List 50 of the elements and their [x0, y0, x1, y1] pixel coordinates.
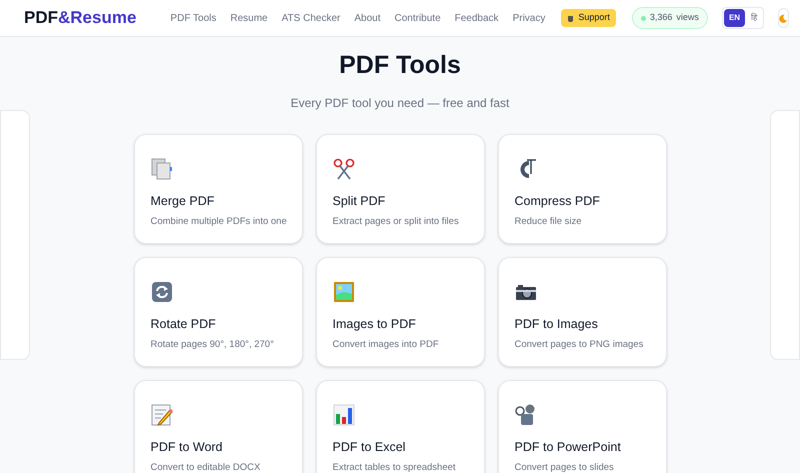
tool-title: Images to PDF: [332, 316, 417, 332]
tool-card[interactable]: Merge PDF Combine multiple PDFs into one: [134, 134, 302, 244]
tool-description: Convert pages to slides: [514, 461, 614, 473]
framed-picture-icon: [332, 281, 354, 303]
tool-title: PDF to Word: [150, 439, 224, 455]
moon-icon: [779, 14, 788, 22]
tool-description: Extract pages or split into files: [332, 215, 459, 228]
language-option[interactable]: EN: [724, 9, 746, 27]
nav-link[interactable]: About: [354, 10, 380, 26]
page-title: PDF Tools: [339, 50, 461, 81]
tool-description: Rotate pages 90°, 180°, 270°: [150, 338, 274, 351]
nav-link[interactable]: Feedback: [454, 10, 499, 26]
tool-description: Extract tables to spreadsheet: [332, 461, 456, 473]
tool-title: Split PDF: [332, 193, 386, 209]
tool-title: Rotate PDF: [150, 316, 217, 332]
tool-title: Compress PDF: [514, 193, 601, 209]
logo[interactable]: PDF&Resume: [24, 5, 136, 31]
tool-description: Reduce file size: [514, 215, 582, 228]
tool-title: PDF to Images: [514, 316, 599, 332]
bar-chart-icon: [332, 404, 354, 426]
views-count: 3,366: [650, 11, 672, 24]
rotate-icon: [150, 281, 172, 303]
tool-title: PDF to Excel: [332, 439, 406, 455]
tool-card[interactable]: Split PDF Extract pages or split into files: [316, 134, 484, 244]
tool-card[interactable]: PDF to Images Convert pages to PNG images: [498, 257, 666, 367]
views-label: views: [676, 11, 699, 24]
cup-icon: [567, 14, 576, 22]
nav-link[interactable]: Contribute: [394, 10, 441, 26]
tool-card[interactable]: Rotate PDF Rotate pages 90°, 180°, 270°: [134, 257, 302, 367]
tool-card[interactable]: PDF to Word Convert to editable DOCX: [134, 380, 302, 473]
tool-card[interactable]: Images to PDF Convert images into PDF: [316, 257, 484, 367]
page-subtitle: Every PDF tool you need — free and fast: [290, 95, 510, 112]
tool-title: Merge PDF: [150, 193, 216, 209]
scissors-icon: [332, 158, 354, 180]
nav-link[interactable]: ATS Checker: [282, 10, 340, 26]
tool-card[interactable]: Compress PDF Reduce file size: [498, 134, 666, 244]
tool-card[interactable]: PDF to PowerPoint Convert pages to slides: [498, 380, 666, 473]
nav-link[interactable]: PDF Tools: [170, 10, 216, 26]
memo-pencil-icon: [150, 404, 172, 426]
tool-description: Convert to editable DOCX: [150, 461, 260, 473]
nav-link[interactable]: Privacy: [512, 10, 546, 26]
nav-link[interactable]: Resume: [230, 10, 268, 26]
tool-description: Combine multiple PDFs into one: [150, 215, 287, 228]
support-button[interactable]: Support: [561, 9, 616, 27]
theme-toggle-button[interactable]: [778, 8, 790, 28]
documents-icon: [150, 158, 172, 180]
tool-description: Convert images into PDF: [332, 338, 439, 351]
tool-title: PDF to PowerPoint: [514, 439, 622, 455]
tool-card[interactable]: PDF to Excel Extract tables to spreadsheet: [316, 380, 484, 473]
tool-description: Convert pages to PNG images: [514, 338, 644, 351]
